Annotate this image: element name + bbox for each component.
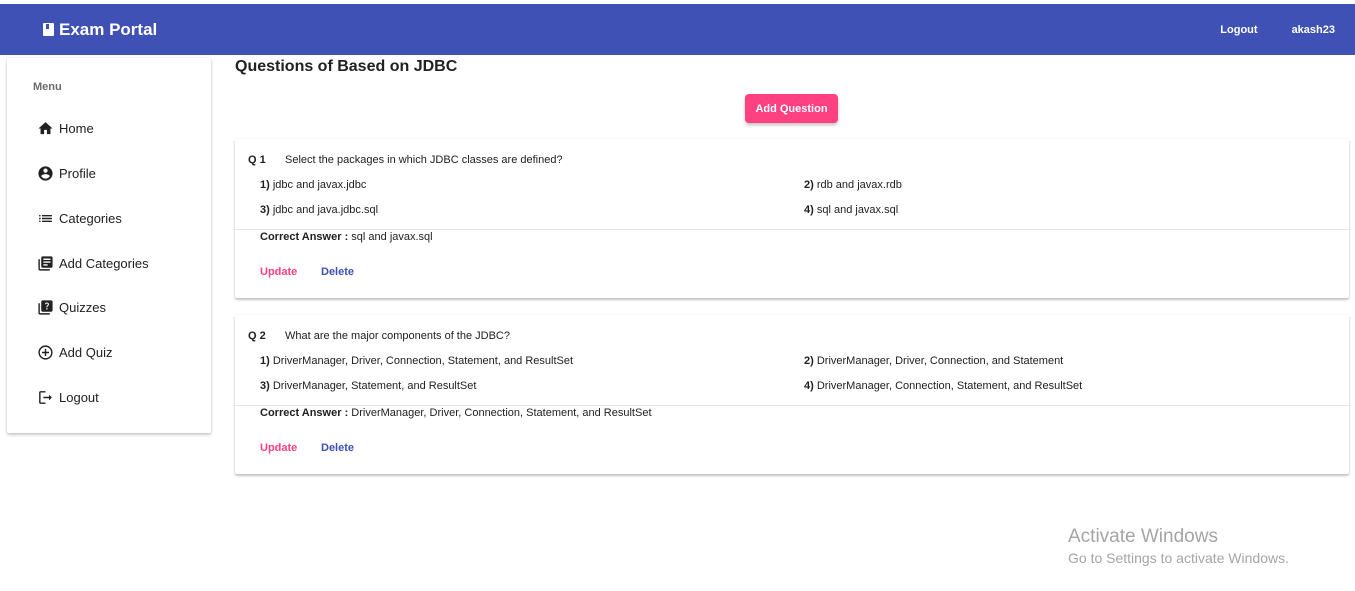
account-circle-icon [36,164,54,182]
option-number: 4) [804,204,814,216]
option-3: 3) jdbc and java.jdbc.sql [260,204,378,216]
library-books-icon [36,254,54,272]
option-2: 2) DriverManager, Driver, Connection, an… [804,355,1063,367]
header-logout-button[interactable]: Logout [1220,18,1257,42]
question-text: What are the major components of the JDB… [285,330,510,342]
sidebar-item-add-categories[interactable]: Add Categories [36,252,149,274]
option-4: 4) DriverManager, Connection, Statement,… [804,380,1082,392]
username-button[interactable]: akash23 [1292,18,1335,42]
book-icon [43,23,54,36]
sidebar-item-label: Home [59,120,94,136]
logout-icon [36,388,54,406]
question-text: Select the packages in which JDBC classe… [285,154,563,166]
update-button[interactable]: Update [260,266,297,278]
option-text: DriverManager, Connection, Statement, an… [816,380,1083,392]
brand-title: Exam Portal [59,19,158,39]
question-number: Q 2 [248,330,266,342]
home-icon [36,119,54,137]
watermark-subtitle: Go to Settings to activate Windows. [1068,550,1289,566]
correct-answer: Correct Answer : DriverManager, Driver, … [260,407,652,419]
option-number: 2) [804,355,814,367]
option-text: DriverManager, Driver, Connection, State… [272,355,574,367]
sidebar-item-home[interactable]: Home [36,117,94,139]
add-circle-outline-icon [36,343,54,361]
option-2: 2) rdb and javax.rdb [804,179,902,191]
sidebar-item-label: Categories [59,210,122,226]
option-3: 3) DriverManager, Statement, and ResultS… [260,380,476,392]
option-number: 1) [260,179,270,191]
live-help-icon [36,298,54,316]
list-icon [36,209,54,227]
sidebar-item-add-quiz[interactable]: Add Quiz [36,341,112,363]
option-text: DriverManager, Driver, Connection, and S… [816,355,1064,367]
option-number: 3) [260,380,270,392]
top-actions: Logout akash23 [1220,4,1335,55]
sidebar-item-logout[interactable]: Logout [36,386,99,408]
correct-answer-value: DriverManager, Driver, Connection, State… [351,407,652,419]
option-text: sql and javax.sql [816,204,899,216]
menu-title: Menu [33,81,62,93]
divider [235,405,1349,406]
option-text: jdbc and javax.jdbc [272,179,367,191]
sidebar-item-categories[interactable]: Categories [36,207,122,229]
option-text: rdb and javax.rdb [816,179,902,191]
option-text: jdbc and java.jdbc.sql [272,204,379,216]
sidebar: Menu Home Profile Categories Add Categor… [7,58,211,433]
sidebar-item-label: Add Categories [59,255,149,271]
correct-answer-label: Correct Answer : [260,231,349,243]
option-text: DriverManager, Statement, and ResultSet [272,380,477,392]
watermark-title: Activate Windows [1068,526,1218,547]
correct-answer-value: sql and javax.sql [351,231,433,243]
option-4: 4) sql and javax.sql [804,204,898,216]
delete-button[interactable]: Delete [321,442,354,454]
option-number: 4) [804,380,814,392]
top-navbar: Exam Portal Logout akash23 [0,4,1355,55]
correct-answer-label: Correct Answer : [260,407,349,419]
divider [235,229,1349,230]
question-card: Q 1 Select the packages in which JDBC cl… [235,139,1349,298]
add-question-button[interactable]: Add Question [745,94,838,123]
sidebar-item-profile[interactable]: Profile [36,162,96,184]
option-number: 1) [260,355,270,367]
sidebar-item-label: Logout [59,389,99,405]
delete-button[interactable]: Delete [321,266,354,278]
option-1: 1) DriverManager, Driver, Connection, St… [260,355,573,367]
brand[interactable]: Exam Portal [43,20,157,40]
activation-watermark: Activate Windows Go to Settings to activ… [1068,526,1289,566]
option-number: 3) [260,204,270,216]
option-1: 1) jdbc and javax.jdbc [260,179,366,191]
sidebar-item-label: Add Quiz [59,344,113,360]
option-number: 2) [804,179,814,191]
page-title: Questions of Based on JDBC [235,58,458,75]
correct-answer: Correct Answer : sql and javax.sql [260,231,433,243]
sidebar-item-label: Quizzes [59,299,106,315]
update-button[interactable]: Update [260,442,297,454]
question-number: Q 1 [248,154,266,166]
sidebar-item-label: Profile [59,165,96,181]
sidebar-item-quizzes[interactable]: Quizzes [36,296,106,318]
question-card: Q 2 What are the major components of the… [235,315,1349,474]
